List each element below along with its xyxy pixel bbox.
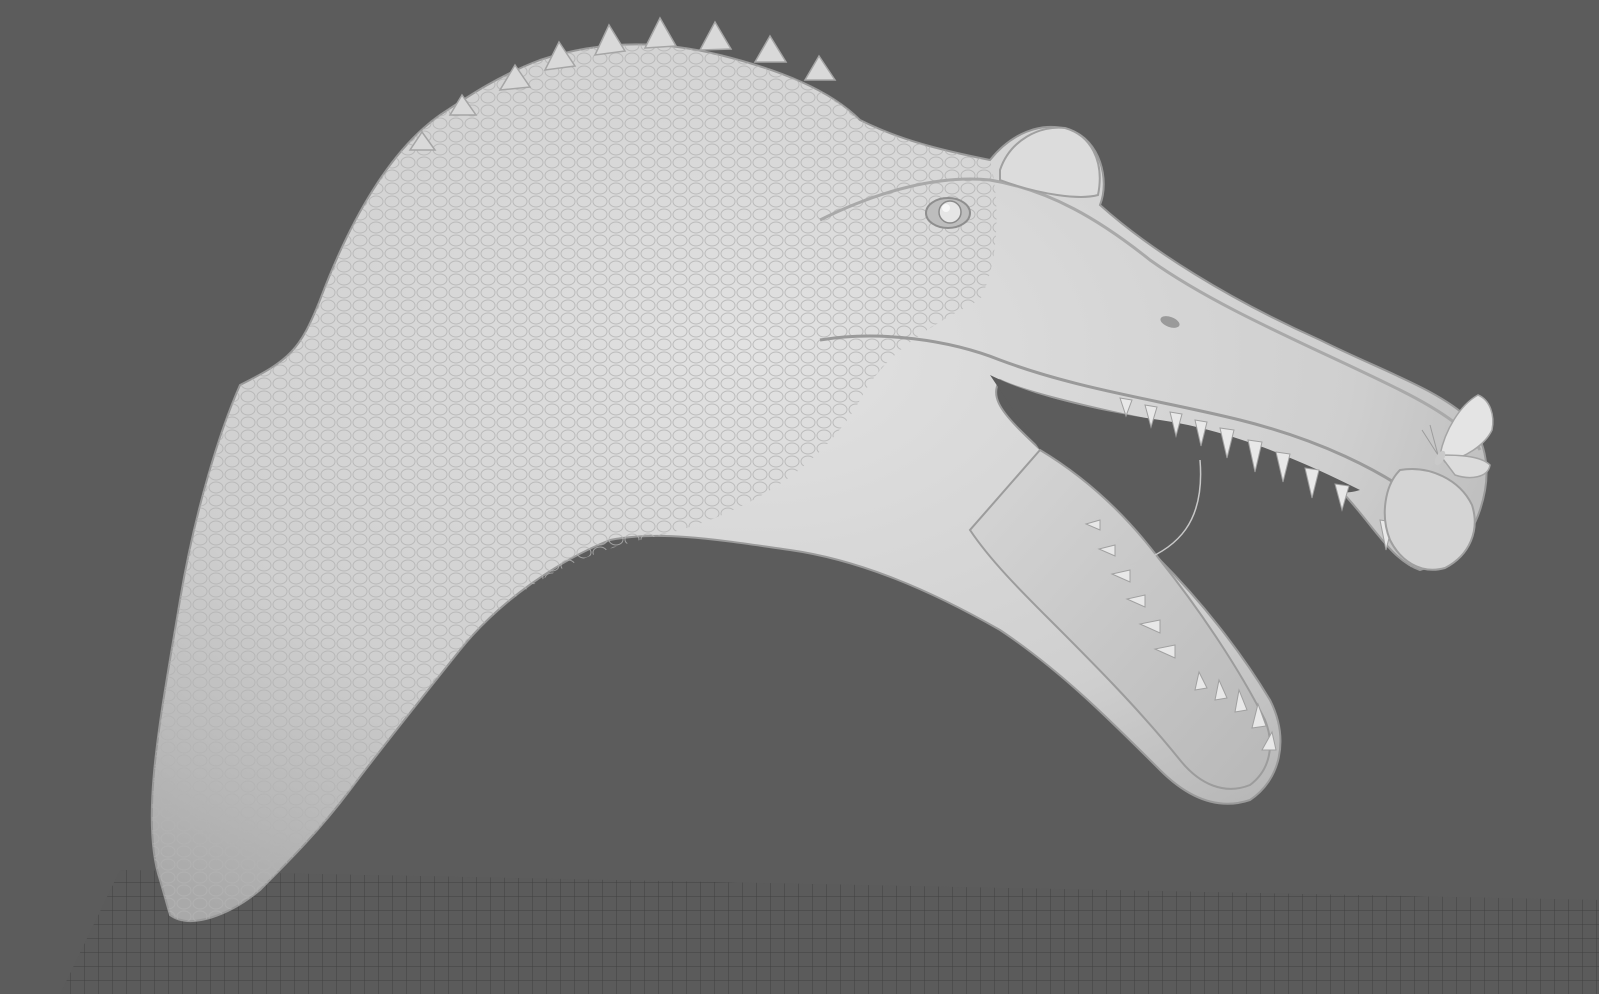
spinosaurus-head-sculpt-icon[interactable] xyxy=(150,16,1488,922)
3d-viewport[interactable] xyxy=(0,0,1599,994)
viewport-scene[interactable] xyxy=(0,0,1599,994)
ground-grid-icon xyxy=(60,870,1599,994)
eye-icon xyxy=(925,197,971,229)
